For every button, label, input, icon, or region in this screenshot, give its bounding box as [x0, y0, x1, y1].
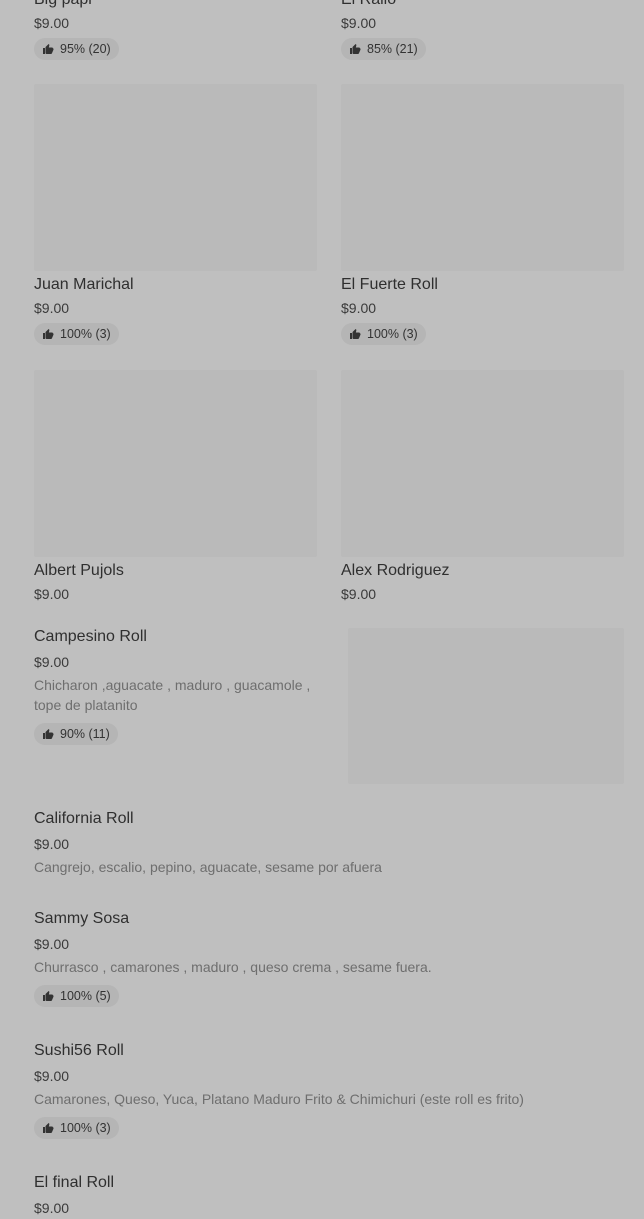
item-description: Chicharon ,aguacate , maduro , guacamole… — [34, 677, 311, 713]
item-title: Alex Rodriguez — [341, 562, 450, 579]
item-title: Albert Pujols — [34, 562, 124, 579]
item-title: Campesino Roll — [34, 628, 147, 645]
menu-list-item[interactable]: Campesino Roll $9.00 Chicharon ,aguacate… — [34, 627, 324, 745]
item-price: $9.00 — [34, 15, 70, 31]
rating-badge: 85% (21) — [341, 38, 426, 60]
menu-list-item[interactable]: Sushi56 Roll $9.00 Camarones, Queso, Yuc… — [34, 1041, 624, 1139]
item-price: $9.00 — [341, 586, 377, 602]
thumbs-up-icon — [350, 329, 361, 339]
thumbs-up-icon — [43, 44, 54, 54]
rating-badge: 100% (3) — [34, 323, 119, 345]
item-description: Churrasco , camarones , maduro , queso c… — [34, 959, 432, 975]
item-price: $9.00 — [34, 586, 70, 602]
item-title: El final Roll — [34, 1174, 115, 1191]
item-price: $9.00 — [34, 1200, 70, 1216]
item-title: El Rallo — [341, 0, 624, 10]
thumbs-up-icon — [350, 44, 361, 54]
thumbs-up-icon — [43, 991, 54, 1001]
item-title: Juan Marichal — [34, 276, 134, 293]
item-title: Sushi56 Roll — [34, 1042, 124, 1059]
rating-text: 100% (3) — [60, 327, 111, 341]
item-title: Big papi — [34, 0, 317, 10]
item-price: $9.00 — [34, 1068, 70, 1084]
rating-text: 95% (20) — [60, 42, 111, 56]
rating-badge: 90% (11) — [34, 723, 118, 745]
menu-item-card[interactable]: El Fuerte Roll $9.00 100% (3) — [341, 84, 624, 345]
item-title: Sammy Sosa — [34, 910, 130, 927]
thumbs-up-icon — [43, 729, 54, 739]
menu-item-card[interactable]: El Rallo $9.00 85% (21) — [341, 0, 624, 60]
rating-badge: 100% (5) — [34, 985, 119, 1007]
item-image[interactable] — [348, 628, 624, 784]
item-price: $9.00 — [341, 300, 377, 316]
menu-item-card[interactable]: Juan Marichal $9.00 100% (3) — [34, 84, 317, 345]
item-price: $9.00 — [34, 936, 70, 952]
item-image[interactable] — [341, 84, 624, 271]
rating-text: 90% (11) — [60, 727, 110, 741]
item-price: $9.00 — [34, 654, 70, 670]
menu-list-item[interactable]: Sammy Sosa $9.00 Churrasco , camarones ,… — [34, 909, 624, 1007]
item-price: $9.00 — [34, 300, 70, 316]
menu-item-card[interactable]: Big papi $9.00 95% (20) — [34, 0, 317, 60]
item-image[interactable] — [34, 370, 317, 557]
item-description: Camarones, Queso, Yuca, Platano Maduro F… — [34, 1091, 524, 1107]
menu-list-item[interactable]: California Roll $9.00 Cangrejo, escalio,… — [34, 809, 624, 877]
thumbs-up-icon — [43, 329, 54, 339]
thumbs-up-icon — [43, 1123, 54, 1133]
rating-text: 85% (21) — [367, 42, 418, 56]
rating-text: 100% (5) — [60, 989, 111, 1003]
rating-badge: 95% (20) — [34, 38, 119, 60]
rating-badge: 100% (3) — [34, 1117, 119, 1139]
item-price: $9.00 — [34, 836, 70, 852]
item-title: El Fuerte Roll — [341, 276, 438, 293]
rating-text: 100% (3) — [60, 1121, 111, 1135]
rating-text: 100% (3) — [367, 327, 418, 341]
item-price: $9.00 — [341, 15, 377, 31]
menu-item-card[interactable]: Alex Rodriguez $9.00 — [341, 370, 624, 603]
rating-badge: 100% (3) — [341, 323, 426, 345]
item-image[interactable] — [341, 370, 624, 557]
menu-item-card[interactable]: Albert Pujols $9.00 — [34, 370, 317, 603]
item-description: Cangrejo, escalio, pepino, aguacate, ses… — [34, 859, 382, 875]
item-image[interactable] — [34, 84, 317, 271]
item-title: California Roll — [34, 810, 134, 827]
menu-list-item[interactable]: El final Roll $9.00 — [34, 1173, 624, 1217]
